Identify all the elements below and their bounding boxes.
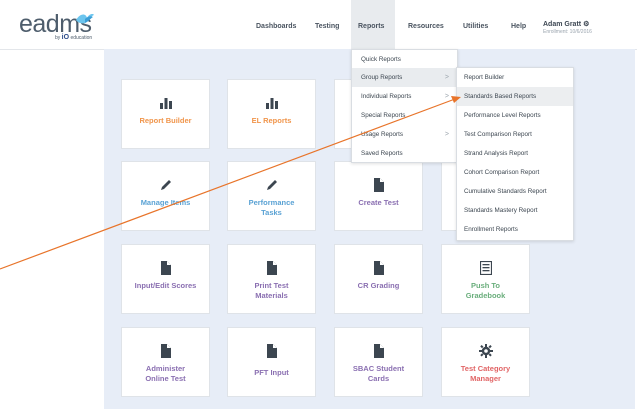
io-logo-mark: iO — [61, 34, 70, 41]
tile-report-builder[interactable]: Report Builder — [121, 79, 210, 149]
bar-chart-icon — [265, 95, 279, 111]
document-icon — [373, 343, 385, 359]
logo-subtitle: by iO education — [55, 34, 93, 41]
tile-label: Create Test — [358, 198, 399, 207]
nav-help[interactable]: Help — [511, 23, 526, 30]
chevron-right-icon: > — [444, 74, 449, 81]
document-icon — [160, 343, 172, 359]
nav-utilities[interactable]: Utilities — [463, 23, 488, 30]
menu-group-reports[interactable]: Group Reports > — [352, 68, 457, 87]
nav-dashboards[interactable]: Dashboards — [256, 23, 296, 30]
menu-quick-reports[interactable]: Quick Reports — [352, 50, 457, 69]
document-icon — [266, 343, 278, 359]
submenu-cohort-comparison-report[interactable]: Cohort Comparison Report — [457, 163, 573, 182]
tile-label: Report Builder — [139, 116, 192, 125]
pencil-icon — [265, 177, 279, 193]
gear-icon — [478, 343, 493, 359]
tile-label: PFT Input — [254, 368, 289, 377]
tile-label: Print Test Materials — [254, 281, 289, 300]
tile-pft-input[interactable]: PFT Input — [227, 327, 316, 397]
chevron-right-icon: > — [444, 93, 449, 100]
menu-special-reports[interactable]: Special Reports — [352, 106, 457, 125]
tile-print-test-materials[interactable]: Print Test Materials — [227, 244, 316, 314]
tile-sbac-student-cards[interactable]: SBAC Student Cards — [334, 327, 423, 397]
top-header: eadms by iO education Dashboards Testing… — [0, 0, 637, 50]
nav-resources[interactable]: Resources — [408, 23, 444, 30]
tile-administer-online-test[interactable]: Administer Online Test — [121, 327, 210, 397]
submenu-enrollment-reports[interactable]: Enrollment Reports — [457, 220, 573, 239]
menu-saved-reports[interactable]: Saved Reports — [352, 144, 457, 163]
reports-dropdown: Quick Reports Group Reports > Individual … — [351, 49, 458, 163]
tile-label: Administer Online Test — [145, 364, 186, 383]
submenu-test-comparison-report[interactable]: Test Comparison Report — [457, 125, 573, 144]
tile-test-category-manager[interactable]: Test Category Manager — [441, 327, 530, 397]
submenu-report-builder[interactable]: Report Builder — [457, 68, 573, 87]
nav-testing[interactable]: Testing — [315, 23, 339, 30]
tile-label: CR Grading — [357, 281, 400, 290]
logo-bird-icon — [76, 14, 94, 24]
document-icon — [373, 177, 385, 193]
chevron-right-icon: > — [444, 131, 449, 138]
submenu-standards-based-reports[interactable]: Standards Based Reports — [457, 87, 573, 106]
tile-label: Performance Tasks — [248, 198, 295, 217]
user-menu[interactable]: Adam Gratt ⚙ Enrollment: 10/6/2016 — [543, 20, 592, 35]
group-reports-submenu: Report Builder Standards Based Reports P… — [456, 67, 574, 241]
nav-reports[interactable]: Reports — [358, 23, 384, 30]
tile-label: Manage Items — [140, 198, 191, 207]
submenu-standards-mastery-report[interactable]: Standards Mastery Report — [457, 201, 573, 220]
enrollment-date: Enrollment: 10/6/2016 — [543, 29, 592, 35]
tile-label: Input/Edit Scores — [134, 281, 197, 290]
tile-create-test[interactable]: Create Test — [334, 161, 423, 231]
tile-performance-tasks[interactable]: Performance Tasks — [227, 161, 316, 231]
pencil-icon — [159, 177, 173, 193]
tile-label: EL Reports — [251, 116, 292, 125]
document-icon — [266, 260, 278, 276]
menu-individual-reports[interactable]: Individual Reports > — [352, 87, 457, 106]
tile-input-edit-scores[interactable]: Input/Edit Scores — [121, 244, 210, 314]
tile-manage-items[interactable]: Manage Items — [121, 161, 210, 231]
tile-label: Push To Gradebook — [465, 281, 506, 300]
bar-chart-icon — [159, 95, 173, 111]
eadms-logo[interactable]: eadms by iO education — [19, 12, 94, 41]
menu-usage-reports[interactable]: Usage Reports > — [352, 125, 457, 144]
submenu-performance-level-reports[interactable]: Performance Level Reports — [457, 106, 573, 125]
tile-label: Test Category Manager — [460, 364, 511, 383]
document-icon — [160, 260, 172, 276]
gear-icon[interactable]: ⚙ — [583, 21, 589, 28]
gradebook-icon — [479, 260, 492, 276]
tile-el-reports[interactable]: EL Reports — [227, 79, 316, 149]
document-icon — [373, 260, 385, 276]
tile-label: SBAC Student Cards — [352, 364, 405, 383]
submenu-cumulative-standards-report[interactable]: Cumulative Standards Report — [457, 182, 573, 201]
tile-cr-grading[interactable]: CR Grading — [334, 244, 423, 314]
tile-push-to-gradebook[interactable]: Push To Gradebook — [441, 244, 530, 314]
submenu-strand-analysis-report[interactable]: Strand Analysis Report — [457, 144, 573, 163]
user-name: Adam Gratt — [543, 21, 582, 28]
